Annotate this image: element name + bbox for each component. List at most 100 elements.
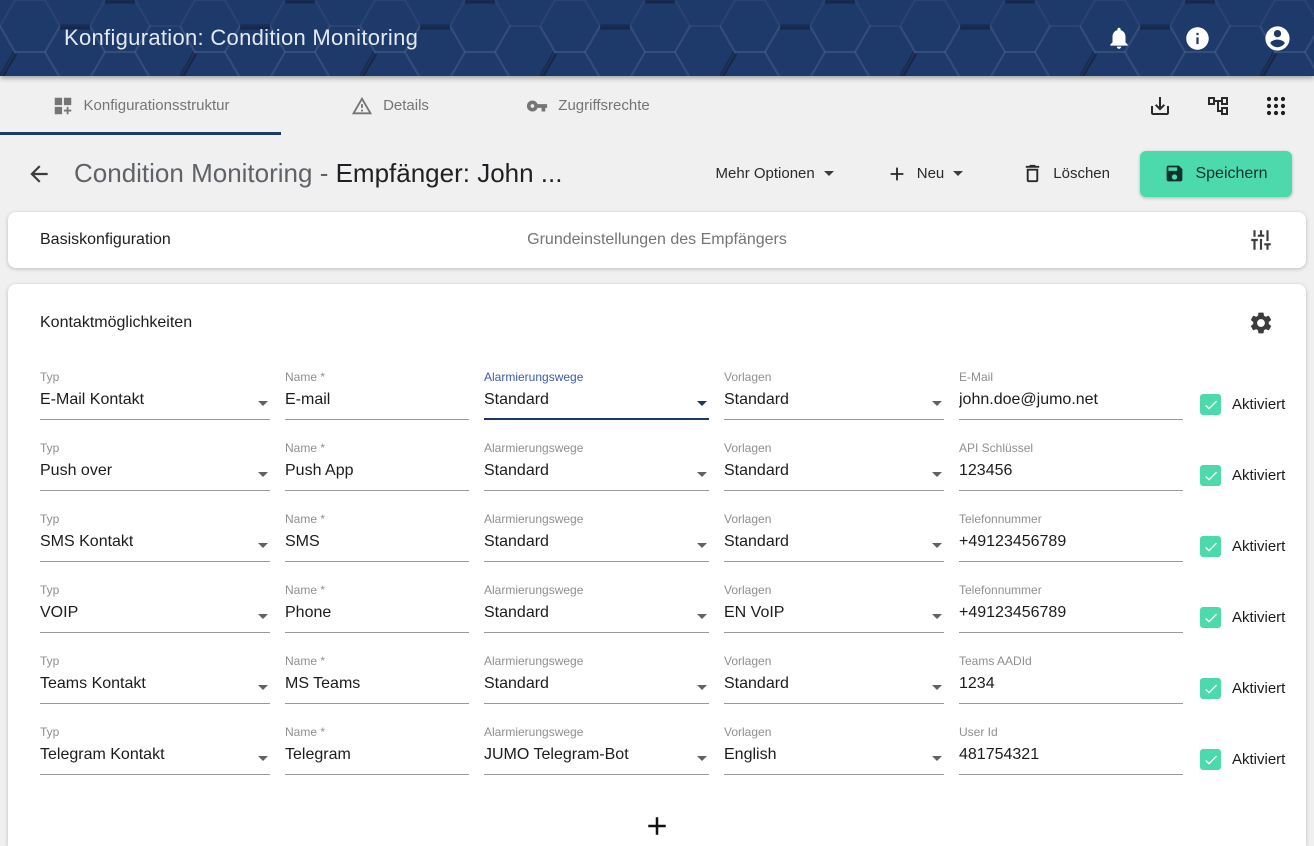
- delete-button[interactable]: Löschen: [1021, 162, 1110, 185]
- aktiviert-cell: Aktiviert: [1198, 602, 1285, 633]
- aktiviert-cell: Aktiviert: [1198, 744, 1285, 775]
- alarm-label: Alarmierungswege: [484, 654, 709, 669]
- back-button[interactable]: [26, 161, 52, 187]
- name-label: Name *: [285, 654, 469, 669]
- name-label: Name *: [285, 725, 469, 740]
- dropdown-caret-icon: [258, 756, 268, 761]
- name-input[interactable]: Telegram: [285, 740, 469, 775]
- basis-settings-button[interactable]: [1248, 227, 1274, 253]
- notifications-button[interactable]: [1106, 25, 1132, 51]
- add-contact-row: [40, 811, 1274, 841]
- alarm-select[interactable]: Standard: [484, 456, 709, 491]
- vorlagen-select[interactable]: Standard: [724, 456, 944, 491]
- vorlagen-select[interactable]: Standard: [724, 669, 944, 704]
- aktiviert-checkbox[interactable]: [1200, 465, 1221, 486]
- vorlagen-select[interactable]: EN VoIP: [724, 598, 944, 633]
- extra-input[interactable]: +49123456789: [959, 527, 1183, 562]
- aktiviert-cell: Aktiviert: [1198, 460, 1285, 491]
- tab-details[interactable]: Details: [281, 76, 499, 135]
- check-icon: [1203, 539, 1219, 555]
- alarm-select[interactable]: Standard: [484, 669, 709, 704]
- extra-value: +49123456789: [959, 602, 1066, 624]
- typ-field: Typ VOIP: [40, 583, 270, 633]
- aktiviert-checkbox[interactable]: [1200, 749, 1221, 770]
- vorlagen-value: EN VoIP: [724, 602, 784, 624]
- plus-icon: [886, 163, 908, 185]
- contacts-section: Kontaktmöglichkeiten Typ E-Mail Kontakt …: [8, 284, 1306, 846]
- extra-input[interactable]: 1234: [959, 669, 1183, 704]
- alarm-select[interactable]: Standard: [484, 598, 709, 633]
- aktiviert-label: Aktiviert: [1232, 680, 1285, 697]
- name-label: Name *: [285, 512, 469, 527]
- vorlagen-select[interactable]: English: [724, 740, 944, 775]
- apps-grid-button[interactable]: [1264, 94, 1288, 118]
- typ-label: Typ: [40, 370, 270, 385]
- aktiviert-checkbox[interactable]: [1200, 607, 1221, 628]
- tab-konfigurationsstruktur[interactable]: Konfigurationsstruktur: [0, 76, 281, 135]
- typ-select[interactable]: SMS Kontakt: [40, 527, 270, 562]
- add-contact-button[interactable]: [642, 811, 672, 841]
- extra-value: +49123456789: [959, 531, 1066, 553]
- dropdown-caret-icon: [932, 756, 942, 761]
- contacts-settings-button[interactable]: [1248, 310, 1274, 336]
- extra-input[interactable]: john.doe@jumo.net: [959, 385, 1183, 420]
- extra-input[interactable]: 123456: [959, 456, 1183, 491]
- name-field: Name * Push App: [285, 441, 469, 491]
- typ-select[interactable]: VOIP: [40, 598, 270, 633]
- save-button[interactable]: Speichern: [1140, 151, 1292, 197]
- extra-label: API Schlüssel: [959, 441, 1183, 456]
- typ-value: VOIP: [40, 602, 78, 624]
- extra-value: 123456: [959, 460, 1012, 482]
- typ-select[interactable]: Teams Kontakt: [40, 669, 270, 704]
- alarm-select[interactable]: JUMO Telegram-Bot: [484, 740, 709, 775]
- check-icon: [1203, 752, 1219, 768]
- basis-section[interactable]: Grundeinstellungen des Empfängers Basisk…: [8, 212, 1306, 268]
- aktiviert-checkbox[interactable]: [1200, 678, 1221, 699]
- name-input[interactable]: Phone: [285, 598, 469, 633]
- extra-input[interactable]: 481754321: [959, 740, 1183, 775]
- more-options-button[interactable]: Mehr Optionen: [716, 165, 834, 182]
- extra-label: E-Mail: [959, 370, 1183, 385]
- aktiviert-checkbox[interactable]: [1200, 536, 1221, 557]
- account-button[interactable]: [1263, 24, 1292, 53]
- aktiviert-checkbox[interactable]: [1200, 394, 1221, 415]
- alarm-label: Alarmierungswege: [484, 725, 709, 740]
- name-input[interactable]: E-mail: [285, 385, 469, 420]
- typ-select[interactable]: Push over: [40, 456, 270, 491]
- vorlagen-value: English: [724, 744, 776, 766]
- download-button[interactable]: [1148, 94, 1172, 118]
- name-field: Name * MS Teams: [285, 654, 469, 704]
- name-input[interactable]: SMS: [285, 527, 469, 562]
- typ-value: SMS Kontakt: [40, 531, 133, 553]
- typ-select[interactable]: E-Mail Kontakt: [40, 385, 270, 420]
- name-input[interactable]: Push App: [285, 456, 469, 491]
- info-button[interactable]: [1184, 25, 1211, 52]
- alarm-field: Alarmierungswege Standard: [484, 654, 709, 704]
- name-label: Name *: [285, 370, 469, 385]
- check-icon: [1203, 397, 1219, 413]
- extra-input[interactable]: +49123456789: [959, 598, 1183, 633]
- new-button[interactable]: Neu: [886, 163, 964, 185]
- vorlagen-select[interactable]: Standard: [724, 527, 944, 562]
- name-input[interactable]: MS Teams: [285, 669, 469, 704]
- app-bar: Konfiguration: Condition Monitoring: [0, 0, 1314, 76]
- extra-field: API Schlüssel 123456: [959, 441, 1183, 491]
- alarm-select[interactable]: Standard: [484, 385, 709, 420]
- app-title: Konfiguration: Condition Monitoring: [64, 25, 418, 51]
- alarm-label: Alarmierungswege: [484, 370, 709, 385]
- alarm-label: Alarmierungswege: [484, 512, 709, 527]
- aktiviert-label: Aktiviert: [1232, 396, 1285, 413]
- screen: Konfiguration: Condition Monitoring Konf…: [0, 0, 1314, 846]
- name-field: Name * E-mail: [285, 370, 469, 420]
- alarm-select[interactable]: Standard: [484, 527, 709, 562]
- tree-view-button[interactable]: [1206, 94, 1230, 118]
- typ-label: Typ: [40, 725, 270, 740]
- vorlagen-value: Standard: [724, 531, 789, 553]
- vorlagen-select[interactable]: Standard: [724, 385, 944, 420]
- tab-zugriffsrechte[interactable]: Zugriffsrechte: [499, 76, 677, 135]
- typ-select[interactable]: Telegram Kontakt: [40, 740, 270, 775]
- dropdown-caret-icon: [258, 685, 268, 690]
- breadcrumb-current: Empfänger: John ...: [336, 158, 563, 188]
- name-value: Telegram: [285, 744, 351, 766]
- typ-value: E-Mail Kontakt: [40, 389, 144, 411]
